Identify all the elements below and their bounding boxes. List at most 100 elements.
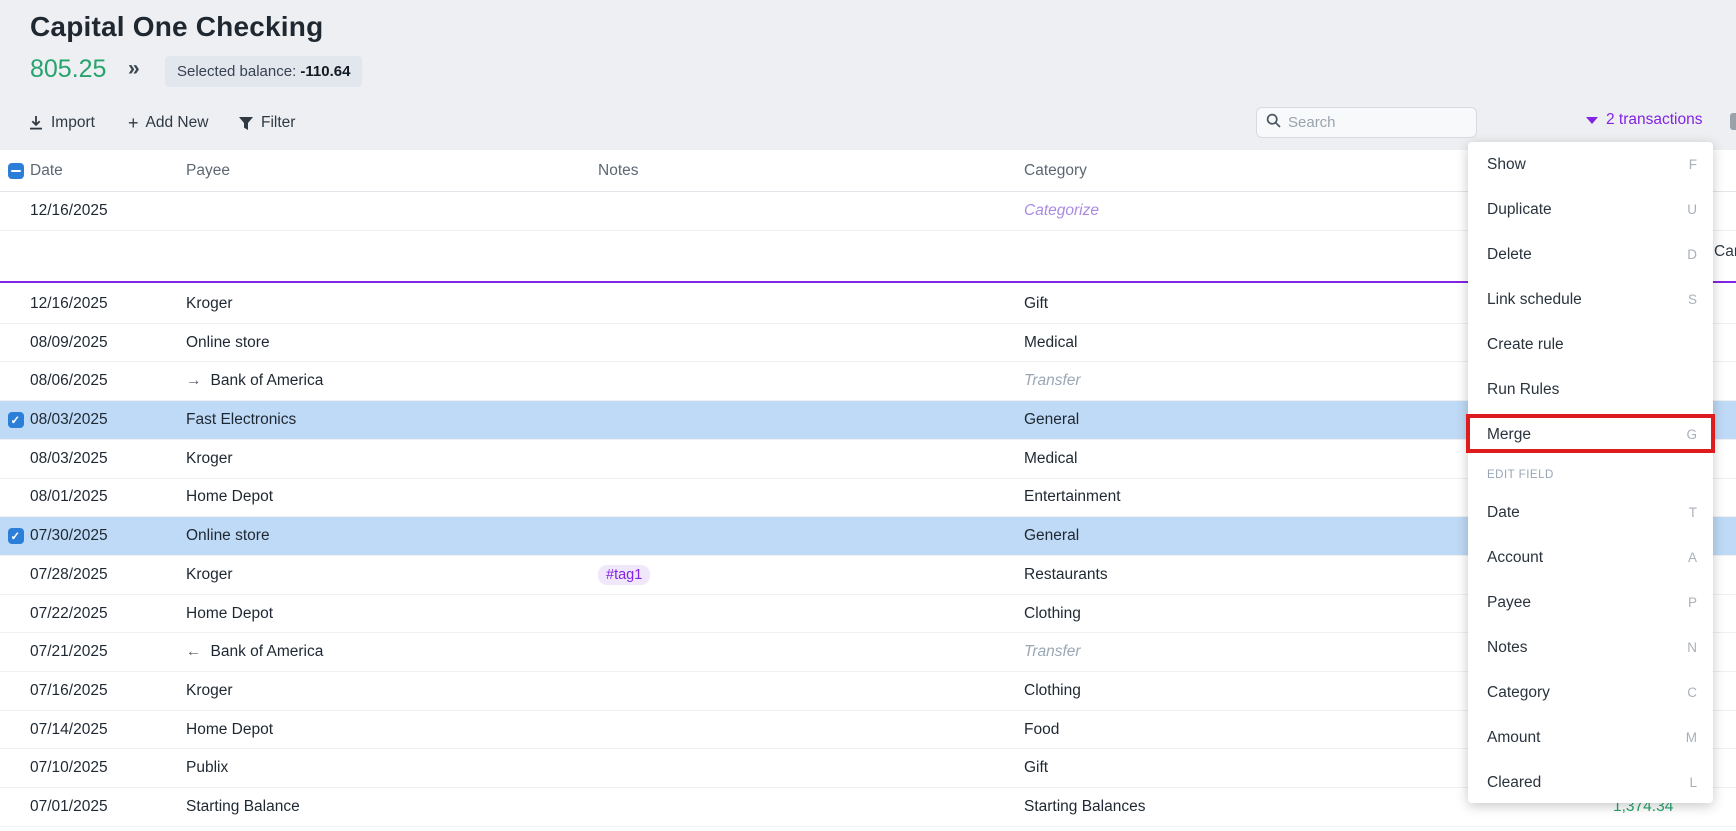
menu-item-label: Duplicate bbox=[1487, 201, 1552, 219]
transaction-payee[interactable]: Publix bbox=[186, 750, 228, 788]
transaction-date[interactable]: 07/14/2025 bbox=[30, 711, 108, 749]
menu-item[interactable]: Create rule bbox=[1468, 322, 1713, 367]
transaction-payee[interactable]: ←Bank of America bbox=[186, 633, 323, 671]
transaction-date[interactable]: 08/09/2025 bbox=[30, 324, 108, 362]
transaction-category[interactable]: Restaurants bbox=[1024, 556, 1108, 594]
menu-item[interactable]: Account A bbox=[1468, 535, 1713, 580]
transaction-category[interactable]: Medical bbox=[1024, 440, 1077, 478]
transaction-payee[interactable]: Kroger bbox=[186, 440, 233, 478]
shortcut-hint: D bbox=[1687, 247, 1697, 262]
selected-balance-badge: Selected balance: -110.64 bbox=[165, 56, 362, 87]
transaction-payee[interactable]: Online store bbox=[186, 517, 270, 555]
categorize-link[interactable]: Categorize bbox=[1024, 192, 1099, 230]
shortcut-hint: L bbox=[1689, 775, 1697, 790]
menu-item-merge[interactable]: Merge G bbox=[1468, 412, 1713, 457]
transaction-category[interactable]: Entertainment bbox=[1024, 479, 1121, 517]
transaction-category[interactable]: Starting Balances bbox=[1024, 788, 1146, 826]
transaction-category[interactable]: Clothing bbox=[1024, 672, 1081, 710]
transaction-date[interactable]: 07/16/2025 bbox=[30, 672, 108, 710]
menu-item-label: Merge bbox=[1487, 426, 1531, 444]
shortcut-hint: T bbox=[1689, 505, 1697, 520]
menu-item-label: Show bbox=[1487, 156, 1526, 174]
transaction-category[interactable]: General bbox=[1024, 401, 1079, 439]
menu-item-label: Create rule bbox=[1487, 336, 1564, 354]
column-header-notes[interactable]: Notes bbox=[598, 150, 639, 191]
menu-item[interactable]: Delete D bbox=[1468, 232, 1713, 277]
transaction-date[interactable]: 08/03/2025 bbox=[30, 401, 108, 439]
menu-item[interactable]: Category C bbox=[1468, 670, 1713, 715]
transaction-date[interactable]: 07/28/2025 bbox=[30, 556, 108, 594]
menu-item-label: Account bbox=[1487, 549, 1543, 567]
transactions-count-menu-button[interactable]: 2 transactions bbox=[1586, 111, 1703, 129]
transaction-date[interactable]: 12/16/2025 bbox=[30, 192, 108, 230]
menu-item[interactable]: Notes N bbox=[1468, 625, 1713, 670]
menu-actions-group: Show F Duplicate U Delete D Link schedul… bbox=[1468, 142, 1713, 457]
transaction-category[interactable]: Transfer bbox=[1024, 633, 1081, 671]
menu-item-label: Category bbox=[1487, 684, 1550, 702]
menu-section-label: EDIT FIELD bbox=[1468, 457, 1713, 490]
expand-balances-chevron[interactable]: » bbox=[128, 57, 140, 81]
transaction-date[interactable]: 12/16/2025 bbox=[30, 285, 108, 323]
import-icon bbox=[28, 115, 44, 131]
transaction-date[interactable]: 08/06/2025 bbox=[30, 362, 108, 400]
note-tag[interactable]: #tag1 bbox=[598, 565, 650, 585]
transaction-date[interactable]: 07/01/2025 bbox=[30, 788, 108, 826]
menu-item-label: Date bbox=[1487, 504, 1520, 522]
transaction-payee[interactable]: Starting Balance bbox=[186, 788, 300, 826]
transaction-payee[interactable]: Online store bbox=[186, 324, 270, 362]
menu-item[interactable]: Date T bbox=[1468, 490, 1713, 535]
row-checkbox[interactable] bbox=[8, 528, 24, 544]
menu-item[interactable]: Cleared L bbox=[1468, 760, 1713, 805]
menu-item[interactable]: Amount M bbox=[1468, 715, 1713, 760]
menu-item[interactable]: Run Rules bbox=[1468, 367, 1713, 412]
transaction-category[interactable]: Medical bbox=[1024, 324, 1077, 362]
transaction-payee[interactable]: Fast Electronics bbox=[186, 401, 296, 439]
column-header-date[interactable]: Date bbox=[30, 150, 63, 191]
transaction-payee[interactable]: Kroger bbox=[186, 285, 233, 323]
transaction-payee[interactable]: Home Depot bbox=[186, 711, 273, 749]
menu-item-label: Notes bbox=[1487, 639, 1528, 657]
transactions-page: Capital One Checking 805.25 » Selected b… bbox=[0, 0, 1736, 831]
transaction-payee[interactable]: Kroger bbox=[186, 672, 233, 710]
search-box[interactable] bbox=[1256, 107, 1477, 138]
transaction-category[interactable]: Gift bbox=[1024, 750, 1048, 788]
transaction-date[interactable]: 07/22/2025 bbox=[30, 595, 108, 633]
import-button[interactable]: Import bbox=[28, 110, 95, 136]
add-new-button[interactable]: + Add New bbox=[128, 110, 208, 136]
column-header-category[interactable]: Category bbox=[1024, 150, 1087, 191]
transaction-date[interactable]: 08/01/2025 bbox=[30, 479, 108, 517]
column-header-payee[interactable]: Payee bbox=[186, 150, 230, 191]
menu-item-label: Run Rules bbox=[1487, 381, 1559, 399]
transaction-category[interactable]: Food bbox=[1024, 711, 1059, 749]
filter-icon bbox=[238, 116, 254, 131]
menu-item-label: Payee bbox=[1487, 594, 1531, 612]
menu-item[interactable]: Duplicate U bbox=[1468, 187, 1713, 232]
transaction-payee[interactable]: Home Depot bbox=[186, 479, 273, 517]
transaction-payee[interactable]: →Bank of America bbox=[186, 362, 323, 400]
transaction-category[interactable]: Transfer bbox=[1024, 362, 1081, 400]
transaction-category[interactable]: General bbox=[1024, 517, 1079, 555]
menu-item[interactable]: Show F bbox=[1468, 142, 1713, 187]
transaction-notes[interactable]: #tag1 bbox=[598, 556, 650, 594]
menu-item-label: Amount bbox=[1487, 729, 1540, 747]
transaction-payee[interactable]: Kroger bbox=[186, 556, 233, 594]
search-input[interactable] bbox=[1288, 114, 1458, 131]
filter-button[interactable]: Filter bbox=[238, 110, 295, 136]
transaction-date[interactable]: 08/03/2025 bbox=[30, 440, 108, 478]
account-header: Capital One Checking 805.25 » Selected b… bbox=[0, 0, 1736, 150]
menu-item-label: Link schedule bbox=[1487, 291, 1582, 309]
menu-item[interactable]: Payee P bbox=[1468, 580, 1713, 625]
menu-item[interactable]: Link schedule S bbox=[1468, 277, 1713, 322]
transaction-date[interactable]: 07/10/2025 bbox=[30, 750, 108, 788]
row-checkbox[interactable] bbox=[8, 412, 24, 428]
transaction-category[interactable]: Clothing bbox=[1024, 595, 1081, 633]
cut-off-icon bbox=[1730, 113, 1736, 130]
transaction-payee[interactable]: Home Depot bbox=[186, 595, 273, 633]
shortcut-hint: M bbox=[1686, 730, 1697, 745]
transaction-context-menu: Show F Duplicate U Delete D Link schedul… bbox=[1468, 142, 1713, 803]
cancel-button[interactable]: Cancel bbox=[1714, 243, 1736, 261]
transaction-date[interactable]: 07/30/2025 bbox=[30, 517, 108, 555]
transaction-date[interactable]: 07/21/2025 bbox=[30, 633, 108, 671]
select-all-checkbox[interactable] bbox=[8, 163, 24, 179]
transaction-category[interactable]: Gift bbox=[1024, 285, 1048, 323]
